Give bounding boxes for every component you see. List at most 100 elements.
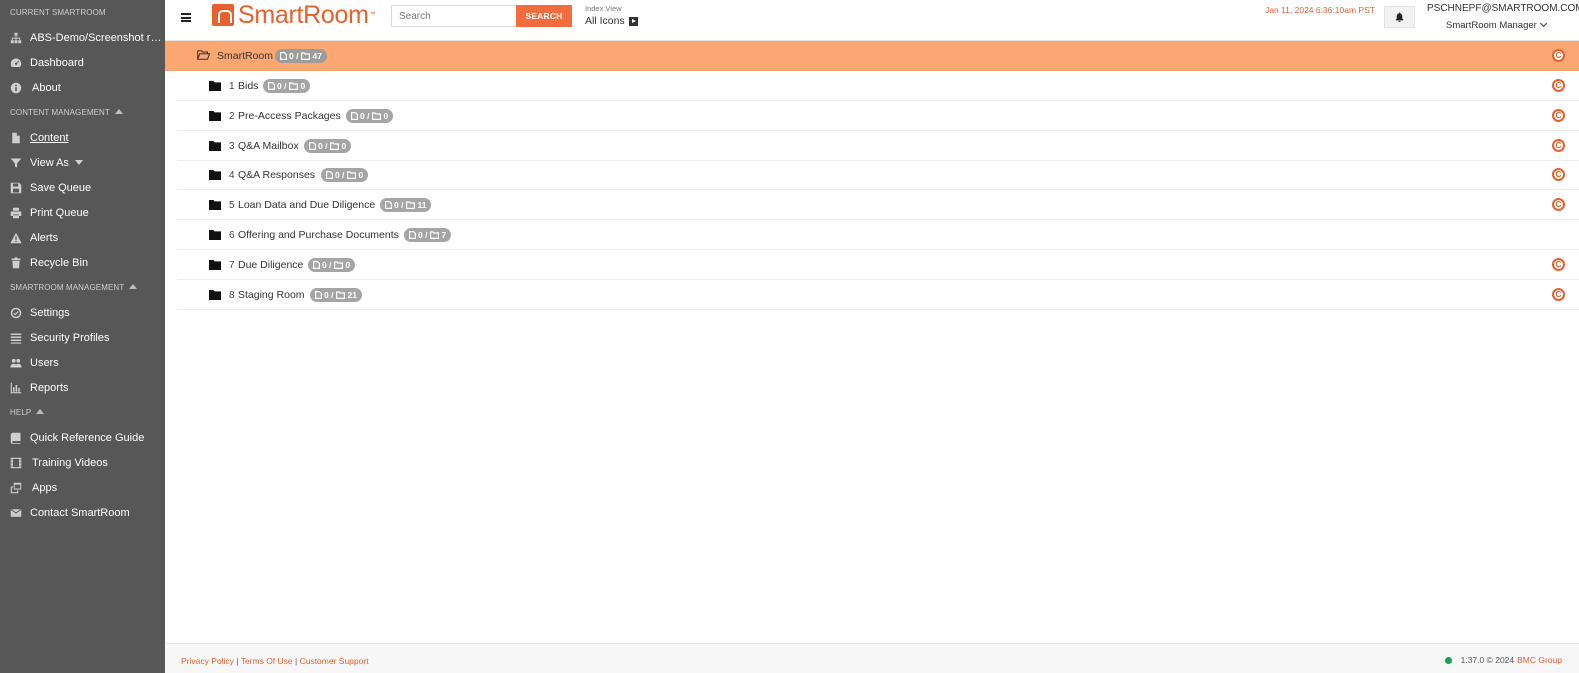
folder-icon [430,231,440,239]
content-tree: SmartRoom 0 /47 1Bids0 /02Pre-Access Pac… [165,41,1579,643]
sidebar-item-save-queue[interactable]: Save Queue [0,175,165,200]
folder-row[interactable]: 2 Pre-Access Packages 0 /0 [177,101,1579,131]
folder-number: 6 [229,230,235,241]
sidebar-item-security-profiles[interactable]: Security Profiles [0,325,165,350]
sidebar-item-contact-smartroom[interactable]: Contact SmartRoom [0,500,165,525]
trash-icon [9,256,22,269]
sidebar-item-about[interactable]: About [0,75,165,100]
file-icon [326,171,333,180]
folder-number: 3 [229,140,235,152]
sidebar-item-print-queue[interactable]: Print Queue [0,200,165,225]
tree-root-row[interactable]: SmartRoom 0 /47 [165,41,1579,71]
bmc-group-link[interactable]: BMC Group [1517,655,1562,665]
privacy-policy-link[interactable]: Privacy Policy [181,656,234,666]
hamburger-menu-icon[interactable] [181,13,191,22]
sidebar-item-reports[interactable]: Reports [0,375,165,400]
sidebar-item-dashboard[interactable]: Dashboard [0,50,165,75]
checkout-c-icon[interactable] [1552,79,1565,92]
checkout-c-icon[interactable] [1552,257,1565,271]
sidebar-item-current-room[interactable]: ABS-Demo/Screenshot ro... [0,25,165,50]
folder-name: Loan Data and Due Diligence [238,199,376,212]
status-dot-icon [1444,656,1452,664]
sidebar: CURRENT SMARTROOM ABS-Demo/Screenshot ro… [0,0,165,673]
folder-row[interactable]: 1 Bids 0 /0 [177,71,1579,101]
sidebar-item-content[interactable]: Content [0,125,165,150]
root-count-badge: 0 /47 [275,49,327,63]
file-icon [268,82,275,90]
folder-name: Offering and Purchase Documents [238,229,399,241]
folder-count-badge: 0 /21 [310,287,362,302]
file-icon [385,201,392,210]
folder-open-icon [197,50,210,60]
file-icon [280,52,287,60]
folder-count-badge: 0 /0 [304,138,352,153]
version-info: 1.37.0 © 2024 BMC Group [1444,655,1562,665]
sidebar-item-view-as[interactable]: View As [0,150,165,175]
folder-count-badge: 0 /11 [380,198,432,213]
section-content-management[interactable]: CONTENT MANAGEMENT [0,100,165,125]
sidebar-item-settings[interactable]: Settings [0,300,165,325]
folder-row[interactable]: 6 Offering and Purchase Documents 0 /7 [177,220,1579,250]
checkout-c-icon[interactable] [1552,287,1565,301]
caret-up-icon [114,109,123,114]
check-circle-icon [9,306,22,319]
root-name: SmartRoom [217,50,274,62]
sidebar-item-users[interactable]: Users [0,350,165,375]
notifications-button[interactable] [1384,6,1415,28]
folder-name: Staging Room [238,288,305,301]
folder-row[interactable]: 3 Q&A Mailbox 0 /0 [177,131,1579,161]
checkout-c-icon[interactable] [1552,108,1565,122]
section-smartroom-management[interactable]: SMARTROOM MANAGEMENT [0,275,165,300]
smartroom-logo[interactable]: SmartRoom ™ [212,1,376,29]
folder-icon [209,170,221,181]
terms-of-use-link[interactable]: Terms Of Use [241,656,293,666]
users-icon [9,356,22,369]
folder-number: 7 [229,259,235,271]
play-icon[interactable] [628,16,638,26]
folder-number: 4 [229,170,235,182]
user-role-dropdown[interactable]: SmartRoom Manager [1446,19,1547,31]
dashboard-icon [9,56,22,69]
save-icon [9,181,22,194]
checkout-c-icon[interactable] [1552,138,1565,152]
index-view-selector[interactable]: Index View All Icons [585,4,638,27]
sidebar-item-quick-reference-guide[interactable]: Quick Reference Guide [0,425,165,450]
folder-icon [209,259,221,270]
folder-number: 2 [229,110,235,122]
sidebar-item-training-videos[interactable]: Training Videos [0,450,165,475]
section-help[interactable]: HELP [0,400,165,425]
folder-icon [336,290,346,299]
sidebar-item-recycle-bin[interactable]: Recycle Bin [0,250,165,275]
file-icon [313,260,320,269]
checkout-c-icon[interactable] [1552,49,1565,62]
folder-count-badge: 0 /7 [404,228,452,242]
folder-icon [209,140,221,151]
folder-number: 5 [229,200,235,212]
sidebar-item-alerts[interactable]: Alerts [0,225,165,250]
sitemap-icon [9,31,22,44]
filter-icon [9,156,22,169]
chevron-down-icon [1539,19,1547,28]
folder-count-badge: 0 /0 [263,79,311,93]
file-icon [315,290,322,299]
section-current-smartroom: CURRENT SMARTROOM [10,8,106,17]
print-icon [9,206,22,219]
folder-row[interactable]: 4 Q&A Responses 0 /0 [177,160,1579,191]
top-header: SmartRoom™ SEARCH Index View All Icons J… [165,0,1579,41]
info-icon [9,81,22,94]
folder-number: 8 [229,289,235,301]
folder-icon [209,110,221,121]
customer-support-link[interactable]: Customer Support [300,656,369,666]
warning-icon [9,231,22,244]
folder-icon [372,112,382,120]
sidebar-item-apps[interactable]: Apps [0,475,165,500]
folder-icon [406,201,416,210]
folder-row[interactable]: 5 Loan Data and Due Diligence 0 /11 [177,190,1579,221]
folder-icon [334,261,344,269]
folder-row[interactable]: 8 Staging Room 0 /21 [177,280,1579,310]
file-icon [409,231,416,239]
folder-name: Pre-Access Packages [238,109,341,122]
search-button[interactable]: SEARCH [516,5,572,27]
search-input[interactable] [391,5,516,27]
folder-row[interactable]: 7 Due Diligence 0 /0 [177,250,1579,280]
